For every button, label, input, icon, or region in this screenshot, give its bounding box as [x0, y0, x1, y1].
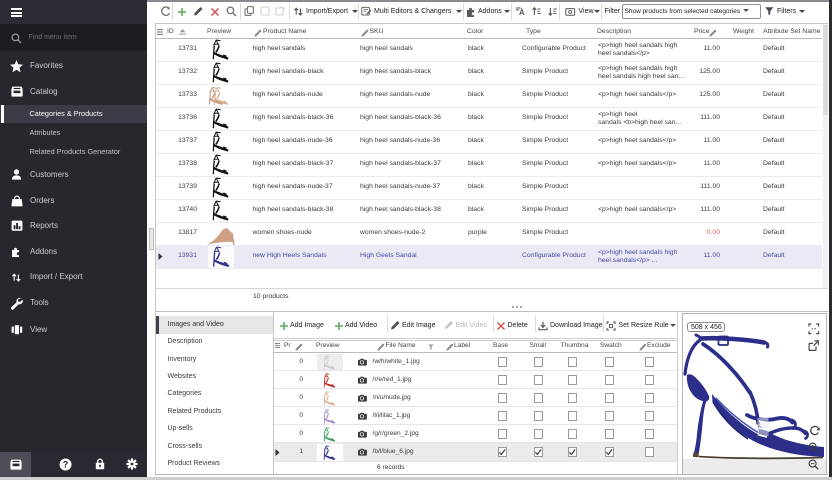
svg-text:?: ?	[63, 460, 69, 470]
